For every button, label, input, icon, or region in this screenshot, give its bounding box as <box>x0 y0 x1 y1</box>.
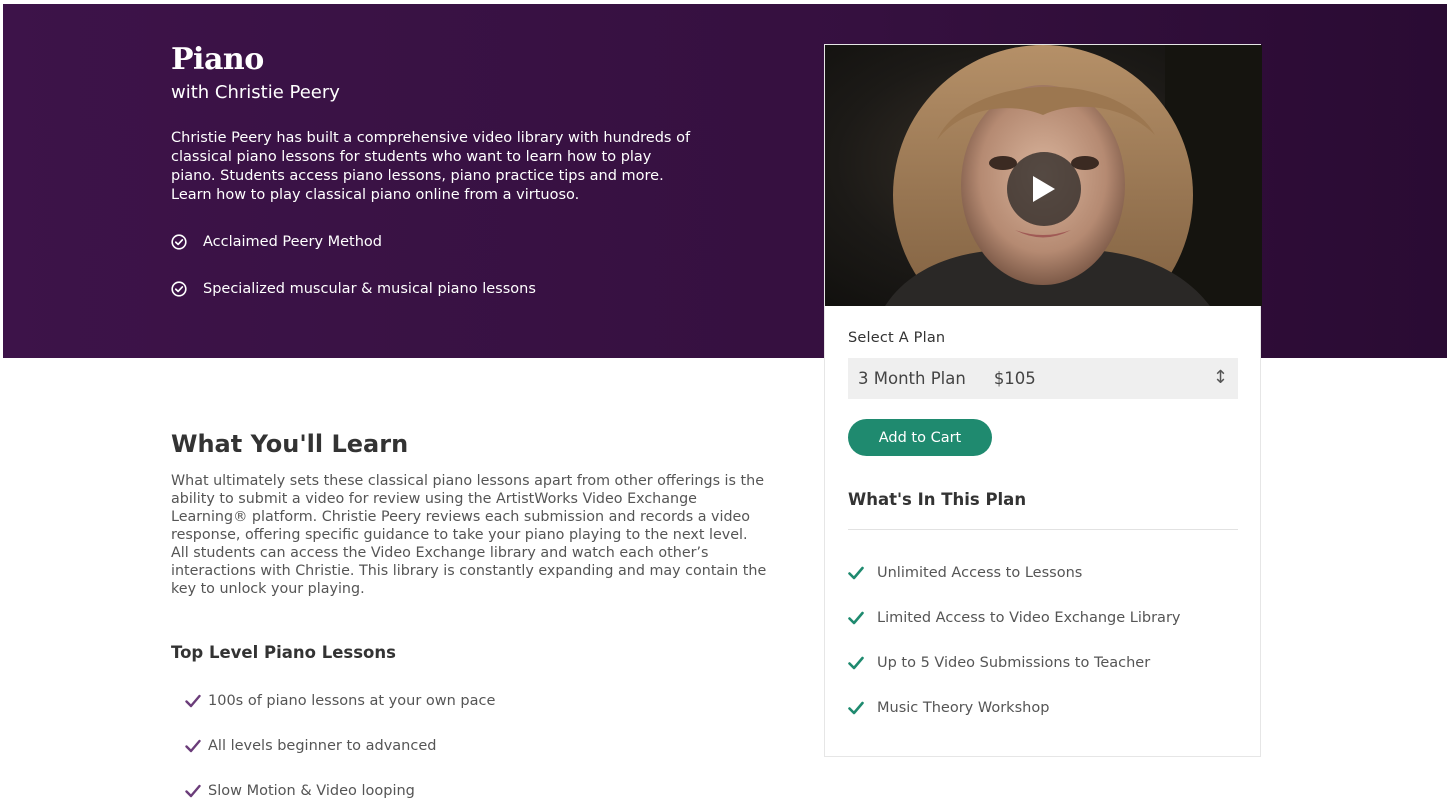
plan-card: Select A Plan 3 Month Plan $105 ↕ Add to… <box>824 44 1262 757</box>
hero-feature-item: Specialized muscular & musical piano les… <box>171 281 711 297</box>
what-youll-learn-section: What You'll Learn What ultimately sets t… <box>171 428 771 809</box>
up-down-arrows-icon: ↕ <box>1212 367 1228 388</box>
circle-check-icon <box>171 281 187 297</box>
circle-check-icon <box>171 234 187 250</box>
list-item: Slow Motion & Video looping <box>185 781 771 801</box>
section-title: What You'll Learn <box>171 430 409 458</box>
plan-name: 3 Month Plan <box>858 369 966 388</box>
check-icon <box>848 611 864 625</box>
hero-feature-item: Acclaimed Peery Method <box>171 234 711 250</box>
list-item: 100s of piano lessons at your own pace <box>185 691 771 711</box>
divider <box>848 529 1238 530</box>
plan-feature-label: Limited Access to Video Exchange Library <box>877 610 1181 626</box>
plan-feature-label: Up to 5 Video Submissions to Teacher <box>877 655 1151 671</box>
list-item: Unlimited Access to Lessons <box>848 563 1237 583</box>
check-icon <box>185 694 201 708</box>
plan-price: $105 <box>993 369 1036 388</box>
list-item: All levels beginner to advanced <box>185 736 771 756</box>
check-icon <box>185 739 201 753</box>
play-button[interactable] <box>1007 152 1081 226</box>
plan-feature-label: Music Theory Workshop <box>877 700 1050 716</box>
page-title: Piano <box>171 42 264 77</box>
check-icon <box>848 566 864 580</box>
check-icon <box>848 701 864 715</box>
hero-feature-label: Specialized muscular & musical piano les… <box>203 281 536 297</box>
plan-dropdown[interactable]: 3 Month Plan $105 ↕ <box>848 358 1238 399</box>
lesson-feature-label: All levels beginner to advanced <box>208 738 437 754</box>
list-item: Up to 5 Video Submissions to Teacher <box>848 653 1237 673</box>
add-to-cart-button[interactable]: Add to Cart <box>848 419 992 456</box>
list-item: Music Theory Workshop <box>848 698 1237 718</box>
hero-feature-label: Acclaimed Peery Method <box>203 234 383 250</box>
check-icon <box>848 656 864 670</box>
plan-contents-heading: What's In This Plan <box>848 490 1027 509</box>
hero-content: Piano with Christie Peery Christie Peery… <box>171 42 711 297</box>
instructor-subtitle: with Christie Peery <box>171 82 340 103</box>
course-description: Christie Peery has built a comprehensive… <box>171 130 691 203</box>
plan-selection: Select A Plan 3 Month Plan $105 ↕ Add to… <box>825 306 1260 718</box>
lesson-feature-label: Slow Motion & Video looping <box>208 783 415 799</box>
select-plan-label: Select A Plan <box>848 330 946 346</box>
lessons-heading: Top Level Piano Lessons <box>171 643 396 662</box>
plan-feature-label: Unlimited Access to Lessons <box>877 565 1083 581</box>
check-icon <box>185 784 201 798</box>
section-description: What ultimately sets these classical pia… <box>171 473 767 597</box>
plan-features-list: Unlimited Access to Lessons Limited Acce… <box>848 563 1237 718</box>
play-icon <box>1033 176 1055 202</box>
list-item: Limited Access to Video Exchange Library <box>848 608 1237 628</box>
lesson-feature-label: 100s of piano lessons at your own pace <box>208 693 496 709</box>
instructor-video[interactable] <box>825 45 1262 306</box>
lessons-list: 100s of piano lessons at your own pace A… <box>171 691 771 801</box>
